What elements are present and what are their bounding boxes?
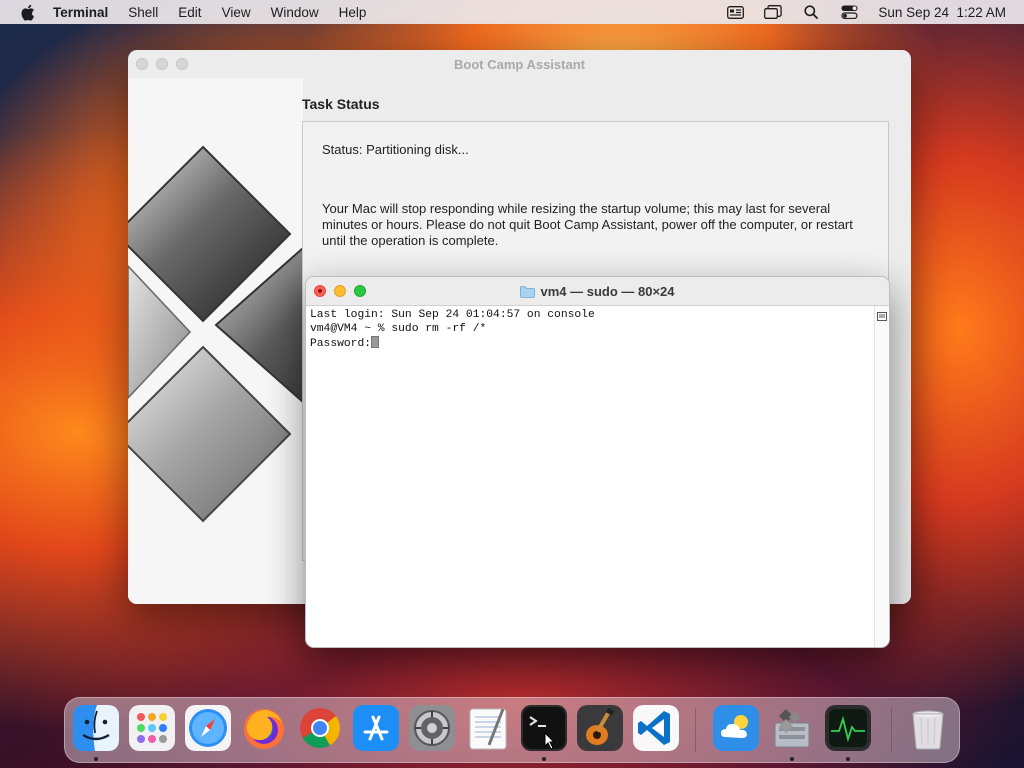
password-prompt: Password: <box>310 338 372 350</box>
window-mirror-icon[interactable] <box>764 5 783 19</box>
dock <box>64 697 960 763</box>
boot-camp-window-title: Boot Camp Assistant <box>454 56 585 72</box>
boot-camp-logo-icon <box>128 145 303 523</box>
minimize-button[interactable] <box>156 58 168 70</box>
dock-textedit-icon[interactable] <box>465 705 511 751</box>
dock-activity-monitor-icon[interactable] <box>825 705 871 751</box>
task-status-heading: Task Status <box>302 96 380 112</box>
folder-icon <box>520 285 536 298</box>
spotlight-search-icon[interactable] <box>802 5 820 19</box>
dock-firefox-icon[interactable] <box>241 705 287 751</box>
running-indicator <box>542 757 546 761</box>
apple-menu-icon[interactable] <box>17 2 37 22</box>
terminal-scrollbar[interactable] <box>874 306 889 647</box>
running-indicator <box>846 757 850 761</box>
terminal-close-button[interactable] <box>314 285 326 297</box>
menu-bar: Terminal Shell Edit View Window Help Sun… <box>0 0 1024 24</box>
menu-view[interactable]: View <box>212 5 261 20</box>
dock-safari-icon[interactable] <box>185 705 231 751</box>
keyboard-input-icon[interactable] <box>726 5 744 19</box>
dock-system-preferences-icon[interactable] <box>409 705 455 751</box>
dock-garageband-icon[interactable] <box>577 705 623 751</box>
boot-camp-titlebar: Boot Camp Assistant <box>128 50 911 78</box>
terminal-minimize-button[interactable] <box>334 285 346 297</box>
dock-terminal-icon[interactable] <box>521 705 567 751</box>
dock-separator <box>695 708 696 752</box>
scroll-marks-icon[interactable] <box>877 308 887 321</box>
warning-message: Your Mac will stop responding while resi… <box>322 201 853 248</box>
terminal-prompt-line[interactable]: Password: <box>310 336 595 351</box>
menu-shell[interactable]: Shell <box>118 5 168 20</box>
dock-boot-camp-icon[interactable] <box>769 705 815 751</box>
dock-separator <box>891 708 892 752</box>
terminal-titlebar[interactable]: vm4 — sudo — 80×24 <box>306 277 889 306</box>
dock-trash-icon[interactable] <box>905 705 951 751</box>
running-indicator <box>94 757 98 761</box>
terminal-line: Last login: Sun Sep 24 01:04:57 on conso… <box>310 309 595 321</box>
zoom-button[interactable] <box>176 58 188 70</box>
running-indicator <box>790 757 794 761</box>
boot-camp-logo-panel <box>128 78 303 604</box>
terminal-window-title: vm4 — sudo — 80×24 <box>540 283 675 299</box>
dock-launchpad-icon[interactable] <box>129 705 175 751</box>
menu-app-name[interactable]: Terminal <box>47 5 118 20</box>
dock-weather-icon[interactable] <box>713 705 759 751</box>
control-center-icon[interactable] <box>840 5 858 19</box>
dock-finder-icon[interactable] <box>73 705 119 751</box>
dock-chrome-icon[interactable] <box>297 705 343 751</box>
text-cursor <box>371 336 380 348</box>
dock-app-store-icon[interactable] <box>353 705 399 751</box>
terminal-window[interactable]: vm4 — sudo — 80×24 Last login: Sun Sep 2… <box>305 276 890 648</box>
terminal-zoom-button[interactable] <box>354 285 366 297</box>
status-text: Status: Partitioning disk... <box>322 142 469 157</box>
terminal-output[interactable]: Last login: Sun Sep 24 01:04:57 on conso… <box>310 308 595 351</box>
menu-clock[interactable]: Sun Sep 24 1:22 AM <box>878 5 1006 20</box>
menu-help[interactable]: Help <box>329 5 377 20</box>
close-button[interactable] <box>136 58 148 70</box>
menu-window[interactable]: Window <box>261 5 329 20</box>
menu-edit[interactable]: Edit <box>168 5 211 20</box>
terminal-line: vm4@VM4 ~ % sudo rm -rf /* <box>310 323 487 335</box>
dock-vscode-icon[interactable] <box>633 705 679 751</box>
